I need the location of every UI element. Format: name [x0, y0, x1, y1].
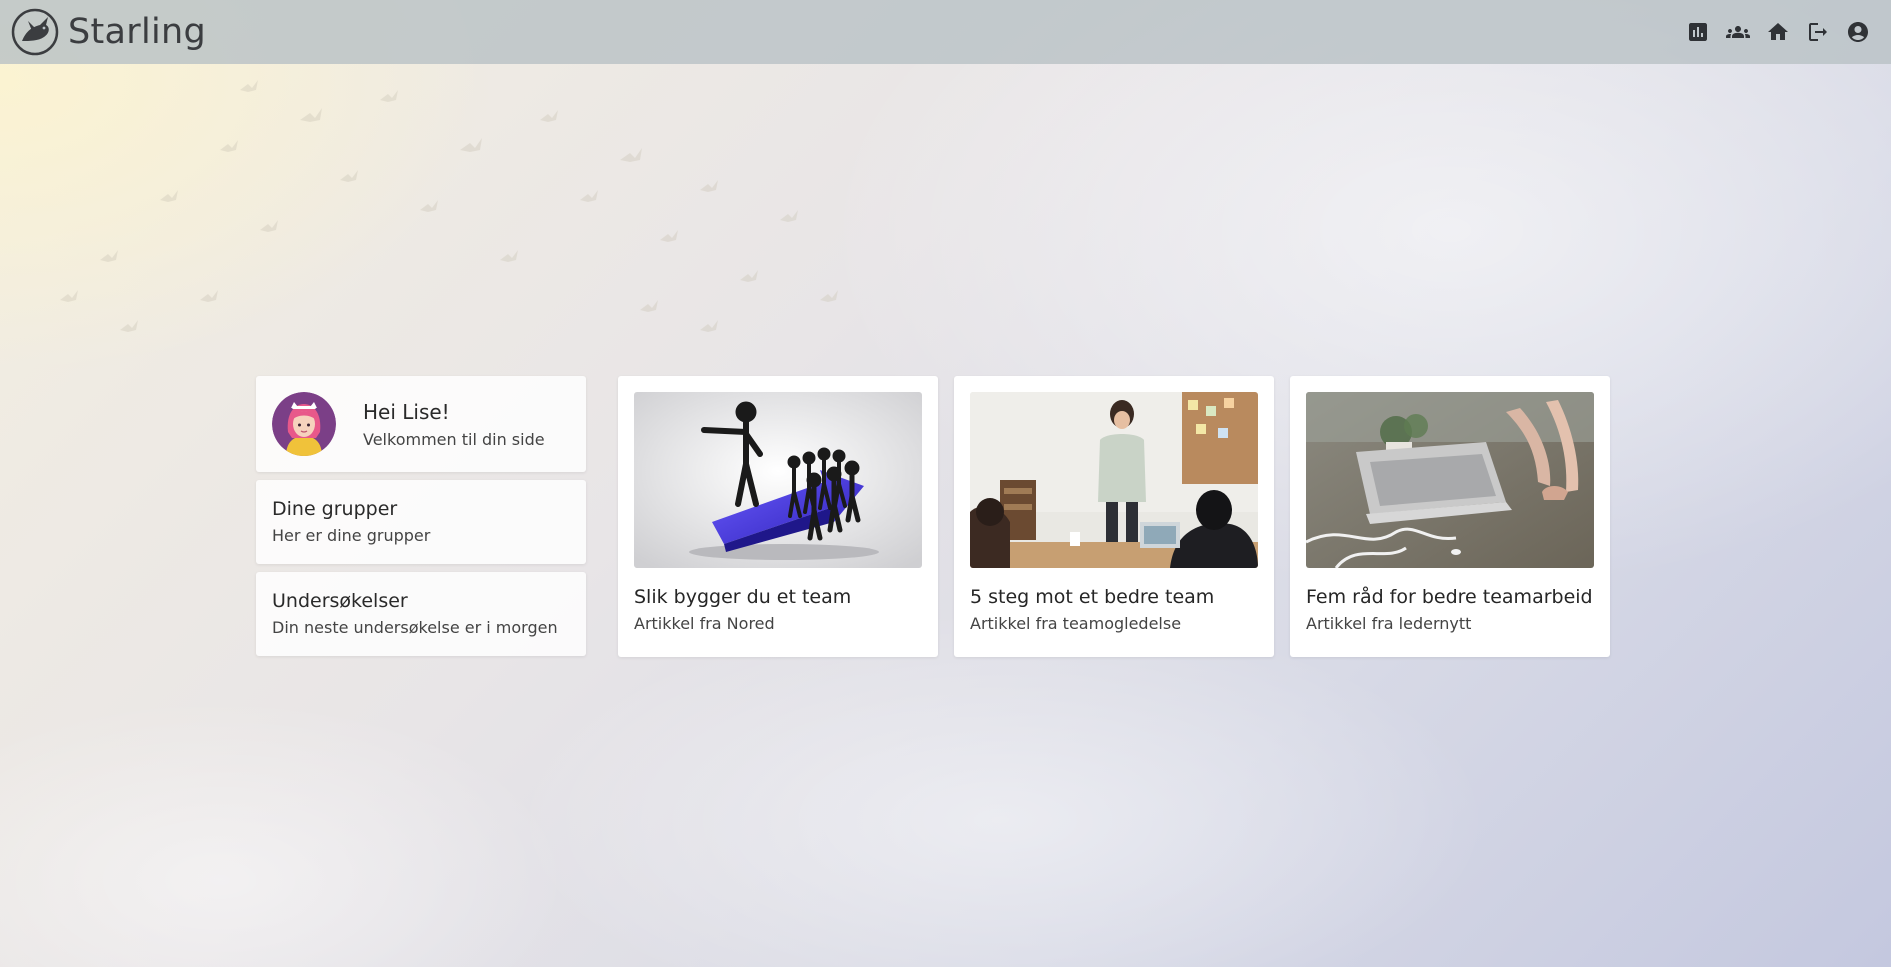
- article-image: [1306, 392, 1594, 568]
- avatar-illustration-icon: [272, 392, 336, 456]
- menu-item-subtitle: Din neste undersøkelse er i morgen: [272, 618, 558, 637]
- bar-chart-icon: [1689, 23, 1707, 41]
- welcome-title: Hei Lise!: [363, 399, 450, 424]
- header-nav: [1685, 19, 1871, 45]
- menu-item-subtitle: Her er dine grupper: [272, 526, 431, 545]
- groups-button[interactable]: [1725, 19, 1751, 45]
- article-title: Fem råd for bedre teamarbeid: [1306, 586, 1593, 608]
- article-card[interactable]: 5 steg mot et bedre team Artikkel fra te…: [954, 376, 1274, 657]
- starling-logo-icon: [11, 8, 59, 56]
- home-icon: [1768, 23, 1788, 40]
- top-navigation-bar: Starling: [0, 0, 1891, 64]
- brand[interactable]: Starling: [10, 7, 206, 57]
- menu-item-groups[interactable]: Dine grupper Her er dine grupper: [256, 480, 586, 564]
- article-image: [634, 392, 922, 568]
- logout-icon: [1809, 23, 1827, 41]
- article-source: Artikkel fra ledernytt: [1306, 614, 1472, 633]
- account-button[interactable]: [1845, 19, 1871, 45]
- article-source: Artikkel fra teamogledelse: [970, 614, 1182, 633]
- office-meeting-photo-icon: [970, 392, 1258, 568]
- welcome-subtitle: Velkommen til din side: [363, 429, 545, 449]
- groups-icon: [1726, 26, 1750, 38]
- laptop-desk-photo-icon: [1306, 392, 1594, 568]
- account-icon: [1848, 22, 1868, 42]
- article-card[interactable]: Fem råd for bedre teamarbeid Artikkel fr…: [1290, 376, 1610, 657]
- statistics-button[interactable]: [1685, 19, 1711, 45]
- menu-item-title: Dine grupper: [272, 498, 398, 520]
- home-button[interactable]: [1765, 19, 1791, 45]
- app-name: Starling: [68, 12, 207, 52]
- article-source: Artikkel fra Nored: [634, 614, 775, 633]
- left-panel: Hei Lise! Velkommen til din side Dine gr…: [256, 376, 586, 656]
- article-card[interactable]: Slik bygger du et team Artikkel fra Nore…: [618, 376, 938, 657]
- menu-item-surveys[interactable]: Undersøkelser Din neste undersøkelse er …: [256, 572, 586, 656]
- welcome-card: Hei Lise! Velkommen til din side: [256, 376, 586, 472]
- menu-item-title: Undersøkelser: [272, 590, 408, 612]
- article-image: [970, 392, 1258, 568]
- team-leader-arrow-icon: [634, 392, 922, 568]
- article-title: Slik bygger du et team: [634, 586, 852, 608]
- logout-button[interactable]: [1805, 19, 1831, 45]
- user-avatar[interactable]: [272, 392, 336, 456]
- bird-flock-decoration: [60, 80, 838, 332]
- article-title: 5 steg mot et bedre team: [970, 586, 1215, 608]
